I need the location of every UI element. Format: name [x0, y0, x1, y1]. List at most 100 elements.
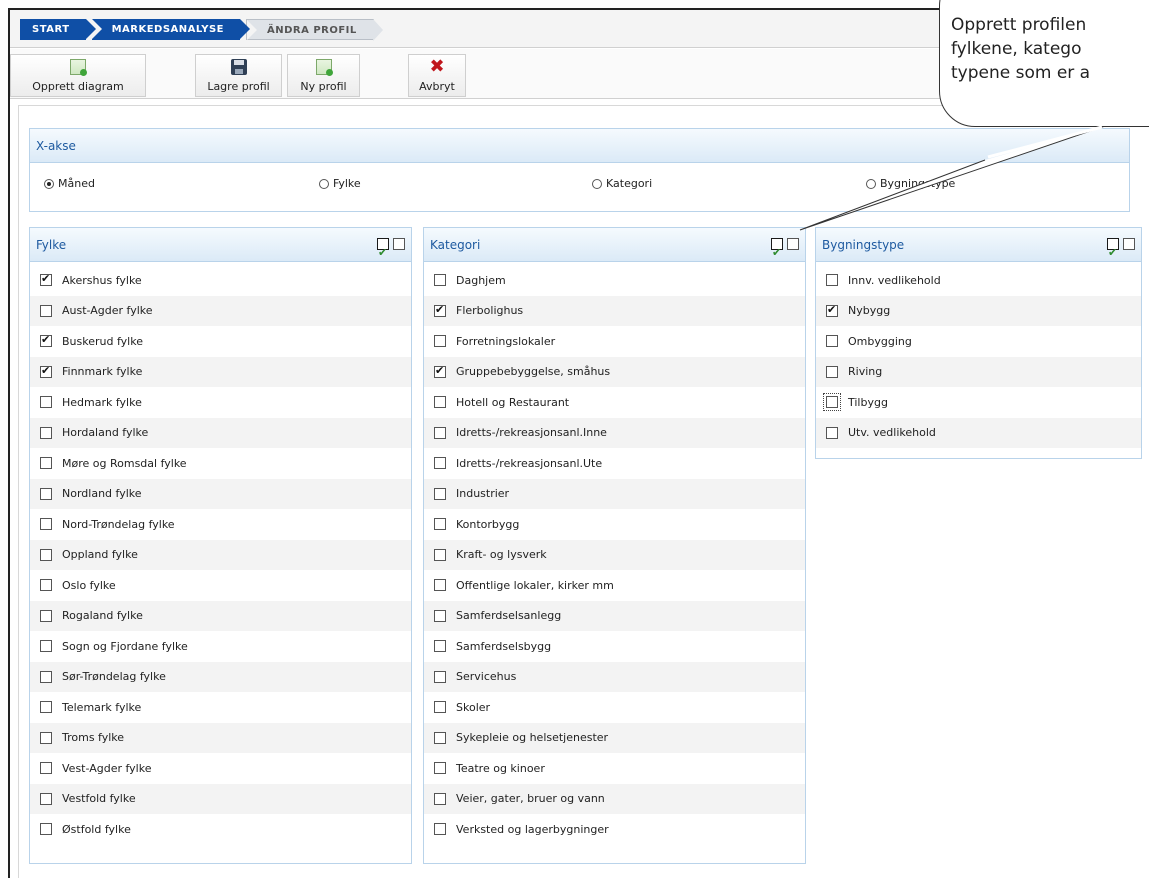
list-item[interactable]: Kontorbygg	[424, 509, 805, 540]
list-item[interactable]: Hedmark fylke	[30, 387, 411, 418]
list-item[interactable]: Østfold fylke	[30, 814, 411, 845]
list-item[interactable]: Ombygging	[816, 326, 1141, 357]
list-item[interactable]: Servicehus	[424, 661, 805, 692]
item-checkbox[interactable]	[40, 272, 52, 287]
item-checkbox[interactable]	[40, 670, 52, 683]
list-item[interactable]: Idretts-/rekreasjonsanl.Ute	[424, 448, 805, 479]
radio-dot[interactable]	[319, 178, 329, 189]
item-checkbox[interactable]	[434, 335, 446, 348]
list-item[interactable]: Daghjem	[424, 265, 805, 296]
item-checkbox[interactable]	[40, 333, 52, 348]
list-item[interactable]: Hotell og Restaurant	[424, 387, 805, 418]
list-item[interactable]: Skoler	[424, 692, 805, 723]
item-checkbox[interactable]	[434, 579, 446, 592]
create-chart-button[interactable]: Opprett diagram	[10, 54, 146, 97]
list-item[interactable]: Veier, gater, bruer og vann	[424, 783, 805, 814]
radio-maned[interactable]: Måned	[44, 177, 95, 190]
select-all-checkbox[interactable]	[1107, 236, 1119, 270]
list-item[interactable]: Vest-Agder fylke	[30, 753, 411, 784]
item-checkbox[interactable]	[826, 335, 838, 348]
item-checkbox[interactable]	[434, 731, 446, 744]
list-item[interactable]: Offentlige lokaler, kirker mm	[424, 570, 805, 601]
item-checkbox[interactable]	[434, 609, 446, 622]
item-checkbox[interactable]	[826, 426, 838, 439]
item-checkbox[interactable]	[434, 640, 446, 653]
radio-fylke[interactable]: Fylke	[319, 177, 361, 190]
item-checkbox[interactable]	[40, 457, 52, 470]
list-item[interactable]: Vestfold fylke	[30, 783, 411, 814]
list-item[interactable]: Nord-Trøndelag fylke	[30, 509, 411, 540]
radio-dot[interactable]	[592, 178, 602, 189]
list-item[interactable]: Samferdselsbygg	[424, 631, 805, 662]
select-none-checkbox[interactable]	[787, 238, 799, 250]
item-checkbox[interactable]	[823, 393, 841, 412]
list-item[interactable]: Oslo fylke	[30, 570, 411, 601]
item-checkbox[interactable]	[40, 823, 52, 836]
list-item[interactable]: Aust-Agder fylke	[30, 295, 411, 326]
list-item[interactable]: Telemark fylke	[30, 692, 411, 723]
list-item[interactable]: Flerbolighus	[424, 295, 805, 326]
list-item[interactable]: Samferdselsanlegg	[424, 600, 805, 631]
item-checkbox[interactable]	[40, 762, 52, 775]
list-item[interactable]: Riving	[816, 356, 1141, 387]
item-checkbox[interactable]	[40, 609, 52, 622]
item-checkbox[interactable]	[40, 487, 52, 500]
item-checkbox[interactable]	[40, 426, 52, 439]
select-all-checkbox[interactable]	[377, 236, 389, 270]
item-checkbox[interactable]	[434, 396, 446, 409]
item-checkbox[interactable]	[434, 548, 446, 561]
item-checkbox[interactable]	[40, 518, 52, 531]
list-item[interactable]: Teatre og kinoer	[424, 753, 805, 784]
item-checkbox[interactable]	[40, 792, 52, 805]
item-checkbox[interactable]	[40, 396, 52, 409]
list-item[interactable]: Forretningslokaler	[424, 326, 805, 357]
item-checkbox[interactable]	[434, 823, 446, 836]
item-checkbox[interactable]	[434, 364, 446, 378]
item-checkbox[interactable]	[434, 487, 446, 500]
item-checkbox[interactable]	[434, 670, 446, 683]
list-item[interactable]: Oppland fylke	[30, 539, 411, 570]
select-all-checkbox[interactable]	[771, 236, 783, 270]
list-item[interactable]: Møre og Romsdal fylke	[30, 448, 411, 479]
item-checkbox[interactable]	[434, 303, 446, 317]
breadcrumb-markedsanalyse[interactable]: MARKEDSANALYSE	[91, 19, 251, 40]
item-checkbox[interactable]	[40, 579, 52, 592]
cancel-button[interactable]: ✖ Avbryt	[408, 54, 466, 97]
list-item[interactable]: Idretts-/rekreasjonsanl.Inne	[424, 417, 805, 448]
item-checkbox[interactable]	[40, 548, 52, 561]
list-item[interactable]: Verksted og lagerbygninger	[424, 814, 805, 845]
new-profile-button[interactable]: Ny profil	[287, 54, 360, 97]
radio-dot[interactable]	[866, 178, 876, 189]
save-profile-button[interactable]: Lagre profil	[195, 54, 282, 97]
select-none-checkbox[interactable]	[393, 238, 405, 250]
item-checkbox[interactable]	[434, 701, 446, 714]
item-checkbox[interactable]	[40, 701, 52, 714]
list-item[interactable]: Tilbygg	[816, 387, 1141, 418]
breadcrumb-andra-profil[interactable]: ÄNDRA PROFIL	[245, 19, 383, 41]
item-checkbox[interactable]	[826, 303, 838, 317]
list-item[interactable]: Akershus fylke	[30, 265, 411, 296]
list-item[interactable]: Nybygg	[816, 295, 1141, 326]
list-item[interactable]: Innv. vedlikehold	[816, 265, 1141, 296]
list-item[interactable]: Sogn og Fjordane fylke	[30, 631, 411, 662]
list-item[interactable]: Rogaland fylke	[30, 600, 411, 631]
item-checkbox[interactable]	[434, 518, 446, 531]
list-item[interactable]: Utv. vedlikehold	[816, 417, 1141, 448]
list-item[interactable]: Gruppebebyggelse, småhus	[424, 356, 805, 387]
list-item[interactable]: Sykepleie og helsetjenester	[424, 722, 805, 753]
breadcrumb-start[interactable]: START	[20, 19, 96, 40]
list-item[interactable]: Finnmark fylke	[30, 356, 411, 387]
list-item[interactable]: Industrier	[424, 478, 805, 509]
list-item[interactable]: Nordland fylke	[30, 478, 411, 509]
item-checkbox[interactable]	[40, 304, 52, 317]
list-item[interactable]: Troms fylke	[30, 722, 411, 753]
item-checkbox[interactable]	[434, 792, 446, 805]
radio-kategori[interactable]: Kategori	[592, 177, 652, 190]
list-item[interactable]: Kraft- og lysverk	[424, 539, 805, 570]
radio-dot[interactable]	[44, 178, 54, 189]
item-checkbox[interactable]	[826, 365, 838, 378]
list-item[interactable]: Sør-Trøndelag fylke	[30, 661, 411, 692]
item-checkbox[interactable]	[434, 762, 446, 775]
item-checkbox[interactable]	[40, 364, 52, 378]
radio-bygningstype[interactable]: Bygningstype	[866, 177, 955, 190]
